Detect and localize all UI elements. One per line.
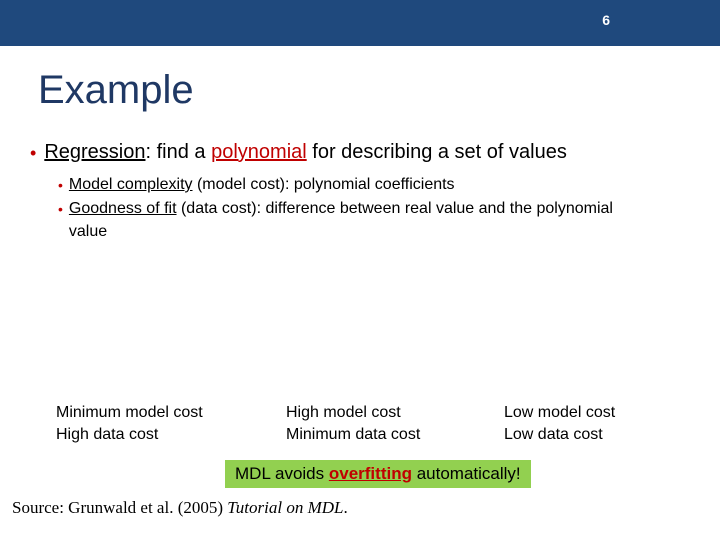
regression-term: Regression	[44, 141, 145, 163]
overfitting-term: overfitting	[329, 464, 412, 483]
bullet-icon: •	[58, 176, 63, 196]
col-line: Low model cost	[504, 402, 674, 424]
sub-bullets: • Model complexity (model cost): polynom…	[58, 174, 720, 243]
cost-column-1: Minimum model cost High data cost	[56, 402, 286, 445]
col-line: High model cost	[286, 402, 504, 424]
sub-lead: Goodness of fit	[69, 200, 177, 217]
sub-bullet-1: • Model complexity (model cost): polynom…	[58, 174, 720, 196]
main-bullet-text: Regression: find a polynomial for descri…	[44, 139, 567, 166]
sub-lead: Model complexity	[69, 176, 193, 193]
source-post: .	[343, 498, 347, 517]
bullet-icon: •	[58, 200, 63, 220]
source-title: Tutorial on MDL	[227, 498, 343, 517]
main-bullet: • Regression: find a polynomial for desc…	[30, 139, 720, 166]
sub-bullet-text: Goodness of fit (data cost): difference …	[69, 198, 629, 243]
content: • Regression: find a polynomial for desc…	[30, 139, 720, 243]
col-line: Minimum model cost	[56, 402, 286, 424]
cost-column-3: Low model cost Low data cost	[504, 402, 674, 445]
sub-bullet-text: Model complexity (model cost): polynomia…	[69, 174, 455, 196]
source-pre: Source: Grunwald et al. (2005)	[12, 498, 227, 517]
source-citation: Source: Grunwald et al. (2005) Tutorial …	[12, 498, 348, 518]
cost-column-2: High model cost Minimum data cost	[286, 402, 504, 445]
slide: 6 Example • Regression: find a polynomia…	[0, 0, 720, 540]
col-line: High data cost	[56, 424, 286, 446]
cost-columns: Minimum model cost High data cost High m…	[56, 402, 676, 445]
col-line: Low data cost	[504, 424, 674, 446]
sub-rest: (model cost): polynomial coefficients	[193, 176, 455, 193]
header-bar: 6	[0, 0, 720, 46]
slide-title: Example	[38, 68, 720, 113]
polynomial-term: polynomial	[211, 141, 307, 163]
page-number: 6	[602, 12, 610, 28]
sub-bullet-2: • Goodness of fit (data cost): differenc…	[58, 198, 720, 243]
mdl-callout: MDL avoids overfitting automatically!	[225, 460, 531, 488]
text-mid2: for describing a set of values	[307, 141, 567, 163]
callout-pre: MDL avoids	[235, 464, 329, 483]
text-mid1: : find a	[145, 141, 211, 163]
bullet-icon: •	[30, 141, 36, 165]
callout-post: automatically!	[412, 464, 521, 483]
col-line: Minimum data cost	[286, 424, 504, 446]
